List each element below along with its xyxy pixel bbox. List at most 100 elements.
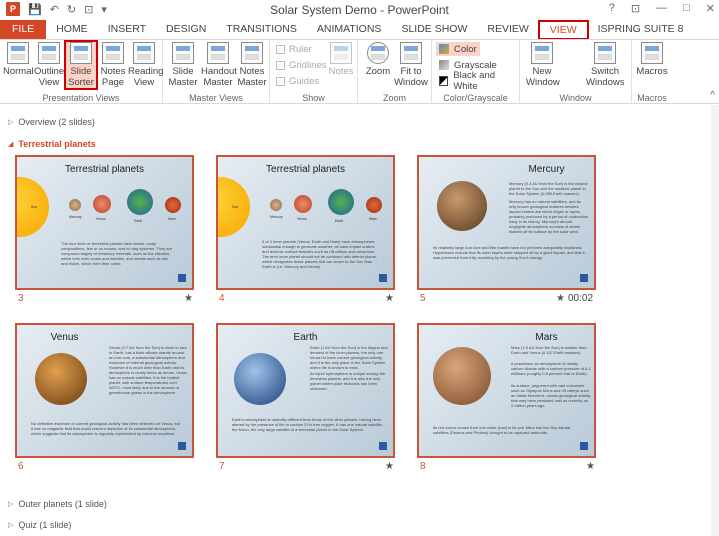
help-icon[interactable]: ? [609, 2, 615, 15]
mars-image [165, 197, 181, 213]
notes-master-button[interactable]: Notes Master [237, 42, 267, 88]
slide-thumbnail-4[interactable]: Terrestrial planets Sun Mercury Venus Ea… [216, 155, 395, 290]
tab-home[interactable]: HOME [46, 20, 98, 39]
switch-windows-button[interactable]: Switch Windows [586, 42, 625, 88]
vertical-scrollbar[interactable] [711, 105, 719, 536]
slide-master-button[interactable]: Slide Master [168, 42, 198, 88]
slide-thumbnail-5[interactable]: Mercury Mercury (0.4 AU from the Sun) is… [417, 155, 596, 290]
slide-title: Terrestrial planets [65, 164, 144, 175]
normal-label: Normal [3, 66, 34, 77]
notes-master-icon [241, 42, 263, 64]
expand-arrow-icon: ▷ [8, 119, 14, 126]
group-color-grayscale: Color Grayscale Black and White Color/Gr… [432, 40, 520, 104]
handout-master-button[interactable]: Handout Master [201, 42, 237, 88]
zoom-button[interactable]: Zoom [363, 42, 393, 77]
title-bar: P 💾 ↶ ↻ ⊡ ▾ Solar System Demo - PowerPoi… [0, 0, 719, 20]
slide-body-text: Mercury (0.4 AU from the Sun) is the clo… [509, 181, 588, 196]
animation-star-icon[interactable]: ★ [586, 461, 595, 472]
slide-title: Venus [50, 332, 79, 343]
slide-sorter-pane: ▷ Overview (2 slides) ◢ Terrestrial planet… [0, 105, 719, 536]
notes-page-label: Notes Page [100, 66, 126, 88]
ribbon-display-icon[interactable]: ⊡ [631, 2, 640, 15]
section-overview[interactable]: ▷ Overview (2 slides) [8, 117, 95, 127]
slide-number: 7 [219, 461, 225, 472]
color-button[interactable]: Color [436, 42, 480, 56]
guides-checkbox[interactable]: Guides [276, 76, 319, 87]
maximize-icon[interactable]: □ [683, 2, 690, 15]
ruler-checkbox[interactable]: Ruler [276, 44, 312, 55]
handout-master-label: Handout Master [201, 66, 237, 88]
black-and-white-label: Black and White [453, 70, 496, 92]
tab-transitions[interactable]: TRANSITIONS [216, 20, 307, 39]
gridlines-checkbox-box [276, 61, 285, 70]
section-overview-label: Overview (2 slides) [18, 117, 95, 127]
guides-checkbox-box [276, 77, 285, 86]
tab-slide-show[interactable]: SLIDE SHOW [391, 20, 477, 39]
sun-label: Sun [232, 205, 239, 209]
macros-button[interactable]: Macros [635, 42, 669, 77]
expand-arrow-icon: ▷ [8, 522, 14, 529]
mars-label: Mars [168, 217, 176, 221]
group-label-window: Window [559, 93, 592, 103]
new-window-icon [531, 42, 553, 64]
ruler-label: Ruler [289, 44, 312, 55]
slide-thumbnail-8[interactable]: Mars Mars (1.5 AU from the Sun) is small… [417, 323, 596, 458]
slide-sorter-label: Slide Sorter [68, 66, 94, 88]
slide-timing: 00:02 [568, 293, 594, 304]
normal-view-button[interactable]: Normal [3, 42, 34, 77]
venus-image [35, 353, 87, 405]
animation-star-icon[interactable]: ★ [385, 293, 394, 304]
group-master-views: Slide Master Handout Master Notes Master… [163, 40, 270, 104]
notes-master-label: Notes Master [237, 66, 267, 88]
normal-view-icon [7, 42, 29, 64]
animation-star-icon[interactable]: ★ [556, 293, 565, 304]
black-and-white-button[interactable]: Black and White [436, 70, 519, 92]
tab-design[interactable]: DESIGN [156, 20, 216, 39]
tab-ispring-suite[interactable]: ISPRING SUITE 8 [588, 20, 694, 39]
slide-thumbnail-7[interactable]: Earth Earth (1 AU from the Sun) is the l… [216, 323, 395, 458]
color-swatch-icon [439, 44, 449, 54]
notes-button[interactable]: Notes [326, 42, 356, 77]
tab-review[interactable]: REVIEW [477, 20, 538, 39]
animation-star-icon[interactable]: ★ [184, 293, 193, 304]
venus-label: Venus [297, 217, 307, 221]
switch-windows-label: Switch Windows [586, 66, 625, 88]
handout-master-icon [207, 42, 229, 64]
slide-sorter-button[interactable]: Slide Sorter [64, 40, 98, 90]
color-label: Color [454, 43, 477, 55]
section-terrestrial-label: Terrestrial planets [18, 139, 96, 149]
animation-star-icon[interactable]: ★ [385, 461, 394, 472]
slide-body-text: Earth (1 AU from the Sun) is the largest… [310, 345, 388, 370]
guides-label: Guides [289, 76, 320, 87]
collapse-ribbon-icon[interactable]: ^ [710, 90, 715, 101]
new-window-button[interactable]: New Window [526, 42, 560, 88]
mercury-image [270, 199, 282, 211]
group-label-zoom: Zoom [382, 93, 406, 103]
tab-file[interactable]: FILE [0, 20, 47, 39]
earth-label: Earth [134, 219, 143, 223]
reading-view-button[interactable]: Reading View [128, 42, 163, 88]
section-quiz[interactable]: ▷ Quiz (1 slide) [8, 520, 71, 530]
slide-body-text: Its surface, peppered with vast volcanoe… [511, 383, 591, 408]
ribbon: Normal Outline View Slide Sorter Notes P… [0, 39, 719, 104]
tab-view[interactable]: VIEW [537, 20, 589, 40]
slide-thumbnail-6[interactable]: Venus Venus (0.7 AU from the Sun) is clo… [15, 323, 194, 458]
fit-to-window-icon [400, 42, 422, 64]
notes-page-button[interactable]: Notes Page [98, 42, 128, 88]
macros-icon [641, 42, 663, 64]
slide-body-text: The four inner or terrestrial planets ha… [61, 241, 173, 266]
section-outer-planets[interactable]: ▷ Outer planets (1 slide) [8, 499, 107, 509]
ispring-badge-icon [178, 442, 186, 450]
outline-view-button[interactable]: Outline View [34, 42, 64, 88]
close-icon[interactable]: ✕ [706, 2, 715, 15]
fit-to-window-label: Fit to Window [394, 66, 428, 88]
fit-to-window-button[interactable]: Fit to Window [394, 42, 428, 88]
tab-insert[interactable]: INSERT [98, 20, 156, 39]
minimize-icon[interactable]: — [656, 2, 667, 15]
section-terrestrial[interactable]: ◢ Terrestrial planets [8, 139, 96, 149]
slide-body-text: Its red colour comes from iron oxide (ru… [433, 425, 571, 435]
slide-thumbnail-3[interactable]: Terrestrial planets Sun Mercury Venus Ea… [15, 155, 194, 290]
gridlines-checkbox[interactable]: Gridlines [276, 60, 327, 71]
zoom-label: Zoom [365, 66, 391, 77]
tab-animations[interactable]: ANIMATIONS [307, 20, 392, 39]
